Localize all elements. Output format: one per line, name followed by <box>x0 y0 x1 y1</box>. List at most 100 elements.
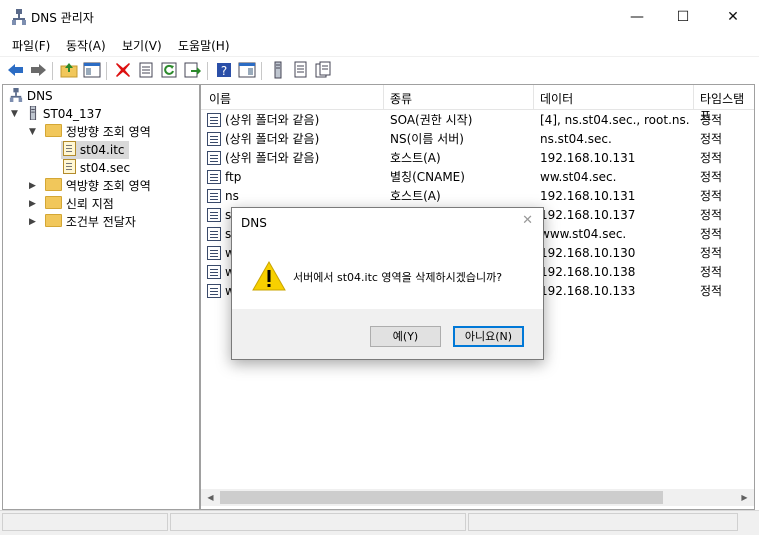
cell-timestamp: 정적 <box>700 170 723 184</box>
server-icon <box>29 105 37 121</box>
record-icon <box>207 227 221 241</box>
cell-timestamp: 정적 <box>700 208 723 222</box>
delete-icon[interactable] <box>113 60 133 80</box>
console-tree-icon[interactable] <box>82 60 102 80</box>
tree-node-zone-st04-sec[interactable]: st04.sec <box>63 159 130 177</box>
tree-node-conditional-forwarders[interactable]: ▶ 조건부 전달자 <box>29 213 136 231</box>
cell-type: 호스트(A) <box>390 151 441 165</box>
cell-timestamp: 정적 <box>700 151 723 165</box>
table-row[interactable]: ns 호스트(A) 192.168.10.131 정적 <box>201 187 754 206</box>
forward-arrow-icon[interactable] <box>28 60 48 80</box>
no-button[interactable]: 아니요(N) <box>453 326 524 347</box>
yes-button[interactable]: 예(Y) <box>370 326 441 347</box>
column-divider[interactable] <box>383 85 384 109</box>
tree-node-reverse-lookup[interactable]: ▶ 역방향 조회 영역 <box>29 177 151 195</box>
tree-node-forward-lookup[interactable]: ▼ 정방향 조회 영역 <box>29 123 151 141</box>
toolbar-separator <box>261 62 262 80</box>
record-icon <box>207 132 221 146</box>
server-icon[interactable] <box>268 60 288 80</box>
cell-name: ftp <box>225 170 242 184</box>
dialog-content <box>232 208 543 309</box>
menu-file[interactable]: 파일(F) <box>12 37 50 54</box>
folder-icon <box>45 178 62 191</box>
delete-zone-confirm-dialog[interactable]: DNS ✕ 서버에서 st04.itc 영역을 삭제하시겠습니까? 예(Y) 아… <box>231 207 544 360</box>
maximize-button[interactable]: ☐ <box>660 0 706 34</box>
table-row[interactable]: (상위 폴더와 같음) 호스트(A) 192.168.10.131 정적 <box>201 149 754 168</box>
back-arrow-icon[interactable] <box>6 60 26 80</box>
tree-node-server[interactable]: ▼ ST04_137 <box>11 105 102 123</box>
show-hide-pane-icon[interactable] <box>237 60 257 80</box>
export-list-icon[interactable] <box>182 60 202 80</box>
cell-type: SOA(권한 시작) <box>390 113 473 127</box>
record-icon <box>207 189 221 203</box>
column-divider[interactable] <box>693 85 694 109</box>
tree-label-server: ST04_137 <box>42 107 102 121</box>
folder-icon <box>45 196 62 209</box>
cell-type: 별칭(CNAME) <box>390 170 465 184</box>
toolbar-separator <box>52 62 53 80</box>
toolbar-separator <box>106 62 107 80</box>
chevron-right-icon[interactable]: ▶ <box>29 195 39 213</box>
refresh-icon[interactable] <box>159 60 179 80</box>
cell-data: 192.168.10.138 <box>540 265 636 279</box>
cell-data: [4], ns.st04.sec., root.ns.st... <box>540 113 690 127</box>
cell-name: (상위 폴더와 같음) <box>225 151 320 165</box>
help-icon[interactable]: ? <box>214 60 234 80</box>
column-divider[interactable] <box>533 85 534 109</box>
chevron-down-icon[interactable]: ▼ <box>11 105 21 123</box>
scroll-left-icon[interactable]: ◀ <box>202 491 219 504</box>
console-tree[interactable]: DNS ▼ ST04_137 ▼ 정방향 조회 영역 st04.itc st04… <box>2 84 200 510</box>
copy-records-icon[interactable] <box>313 60 333 80</box>
tree-label-conditional-forwarders: 조건부 전달자 <box>65 215 136 229</box>
cell-data: 192.168.10.131 <box>540 151 636 165</box>
menu-view[interactable]: 보기(V) <box>122 37 162 54</box>
status-cell <box>468 513 738 531</box>
table-row[interactable]: (상위 폴더와 같음) SOA(권한 시작) [4], ns.st04.sec.… <box>201 111 754 130</box>
cell-name: ns <box>225 189 239 203</box>
minimize-button[interactable]: — <box>614 0 660 34</box>
properties-icon[interactable] <box>136 60 156 80</box>
table-row[interactable]: (상위 폴더와 같음) NS(이름 서버) ns.st04.sec. 정적 <box>201 130 754 149</box>
horizontal-scrollbar[interactable]: ◀ ▶ <box>201 489 754 506</box>
column-header-data[interactable]: 데이터 <box>540 90 573 107</box>
tree-label-reverse-lookup: 역방향 조회 영역 <box>65 179 151 193</box>
tree-node-dns[interactable]: DNS <box>9 87 53 105</box>
status-cell <box>2 513 168 531</box>
toolbar-separator <box>207 62 208 80</box>
dialog-title: DNS <box>241 216 267 230</box>
tree-label-forward-lookup: 정방향 조회 영역 <box>65 125 151 139</box>
cell-timestamp: 정적 <box>700 113 723 127</box>
table-row[interactable]: ftp 별칭(CNAME) ww.st04.sec. 정적 <box>201 168 754 187</box>
up-folder-icon[interactable] <box>59 60 79 80</box>
cell-timestamp: 정적 <box>700 132 723 146</box>
chevron-right-icon[interactable]: ▶ <box>29 213 39 231</box>
tree-node-zone-st04-itc[interactable]: st04.itc <box>61 141 129 159</box>
dialog-close-icon[interactable]: ✕ <box>522 213 533 228</box>
cell-type: 호스트(A) <box>390 189 441 203</box>
column-header-type[interactable]: 종류 <box>390 90 412 107</box>
title-bar[interactable]: DNS 관리자 — ☐ ✕ <box>0 0 759 34</box>
column-header-name[interactable]: 이름 <box>209 90 231 107</box>
scrollbar-thumb[interactable] <box>220 491 663 504</box>
cell-timestamp: 정적 <box>700 189 723 203</box>
records-icon[interactable] <box>291 60 311 80</box>
chevron-right-icon[interactable]: ▶ <box>29 177 39 195</box>
tree-label-zone-st04-itc: st04.itc <box>79 143 125 157</box>
record-icon <box>207 246 221 260</box>
cell-timestamp: 정적 <box>700 227 723 241</box>
tree-label-zone-st04-sec: st04.sec <box>79 161 131 175</box>
scroll-right-icon[interactable]: ▶ <box>736 491 753 504</box>
dialog-message: 서버에서 st04.itc 영역을 삭제하시겠습니까? <box>293 271 503 284</box>
cell-type: NS(이름 서버) <box>390 132 464 146</box>
dns-manager-window: DNS 관리자 — ☐ ✕ 파일(F) 동작(A) 보기(V) 도움말(H) ?… <box>0 0 759 535</box>
menu-bar: 파일(F) 동작(A) 보기(V) 도움말(H) <box>0 34 759 54</box>
zone-icon <box>63 159 76 174</box>
dns-app-icon <box>12 9 26 25</box>
close-button[interactable]: ✕ <box>710 0 756 34</box>
menu-action[interactable]: 동작(A) <box>66 37 106 54</box>
menu-help[interactable]: 도움말(H) <box>178 37 230 54</box>
tree-node-trust-points[interactable]: ▶ 신뢰 지점 <box>29 195 114 213</box>
record-icon <box>207 170 221 184</box>
chevron-down-icon[interactable]: ▼ <box>29 123 39 141</box>
cell-data: www.st04.sec. <box>540 227 627 241</box>
